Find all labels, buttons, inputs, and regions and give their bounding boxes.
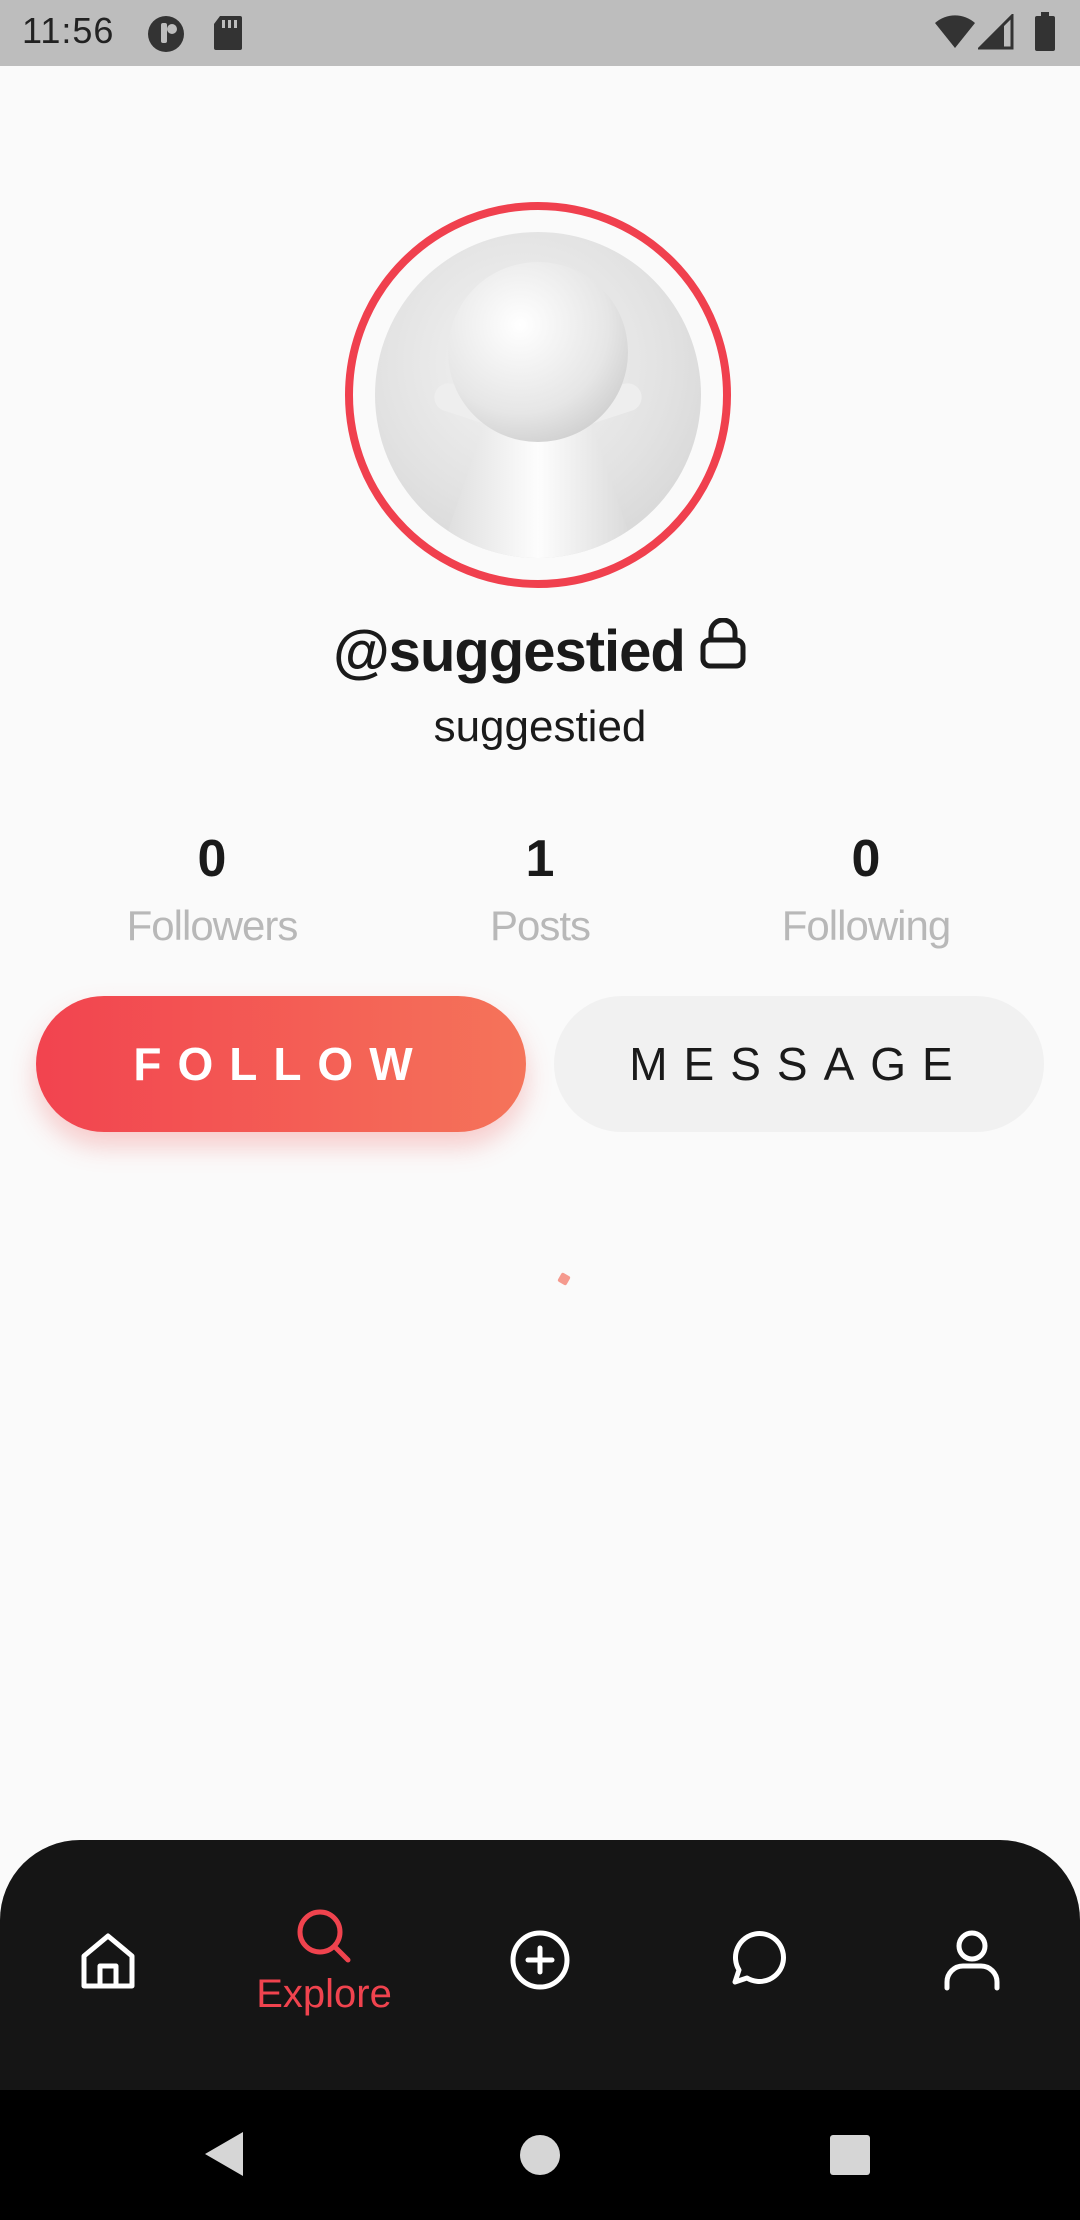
cellular-signal-icon <box>976 12 1014 55</box>
profile-screen: 11:56 @suggestied suggestied 0 Followers… <box>0 0 1080 2220</box>
default-avatar-figure <box>434 262 642 558</box>
stat-following[interactable]: 0 Following <box>716 824 1016 954</box>
followers-label: Followers <box>126 902 299 949</box>
message-button[interactable]: MESSAGE <box>554 996 1044 1132</box>
status-time: 11:56 <box>22 10 115 51</box>
following-count: 0 <box>851 830 881 888</box>
plus-circle-icon <box>510 1930 570 1990</box>
nav-item-messages[interactable] <box>648 1840 864 2090</box>
username: @suggestied <box>333 619 686 684</box>
display-name: suggestied <box>433 702 647 751</box>
stat-followers[interactable]: 0 Followers <box>62 824 362 954</box>
posts-label: Posts <box>489 902 591 949</box>
battery-icon <box>1034 12 1056 57</box>
nav-label-explore: Explore <box>256 1972 392 2016</box>
recents-icon[interactable] <box>829 2134 871 2176</box>
nav-item-profile[interactable] <box>864 1840 1080 2090</box>
follow-button-label: FOLLOW <box>133 1038 429 1090</box>
home-icon <box>81 1933 135 1989</box>
lock-icon <box>699 617 747 684</box>
sd-card-icon <box>212 14 244 57</box>
home-circle-icon[interactable] <box>519 2134 561 2176</box>
system-nav-bar <box>0 2090 1080 2220</box>
followers-count: 0 <box>197 830 227 888</box>
nav-item-home[interactable] <box>0 1840 216 2090</box>
back-icon[interactable] <box>203 2130 247 2178</box>
message-button-label: MESSAGE <box>629 1038 969 1090</box>
user-icon <box>944 1930 1000 1991</box>
follow-button[interactable]: FOLLOW <box>36 996 526 1132</box>
following-label: Following <box>781 902 951 949</box>
loading-indicator <box>557 1272 571 1286</box>
app-notification-icon <box>146 14 186 59</box>
nav-item-explore[interactable]: Explore <box>216 1840 432 2090</box>
username-row: @suggestied <box>0 617 1080 685</box>
stat-posts[interactable]: 1 Posts <box>390 824 690 954</box>
search-icon <box>297 1909 351 1963</box>
nav-item-create[interactable] <box>432 1840 648 2090</box>
wifi-icon <box>934 14 976 55</box>
posts-count: 1 <box>525 830 555 888</box>
avatar[interactable] <box>375 232 701 558</box>
status-bar: 11:56 <box>0 0 1080 66</box>
chat-bubble-icon <box>732 1931 786 1985</box>
bottom-nav: Explore <box>0 1840 1080 2090</box>
